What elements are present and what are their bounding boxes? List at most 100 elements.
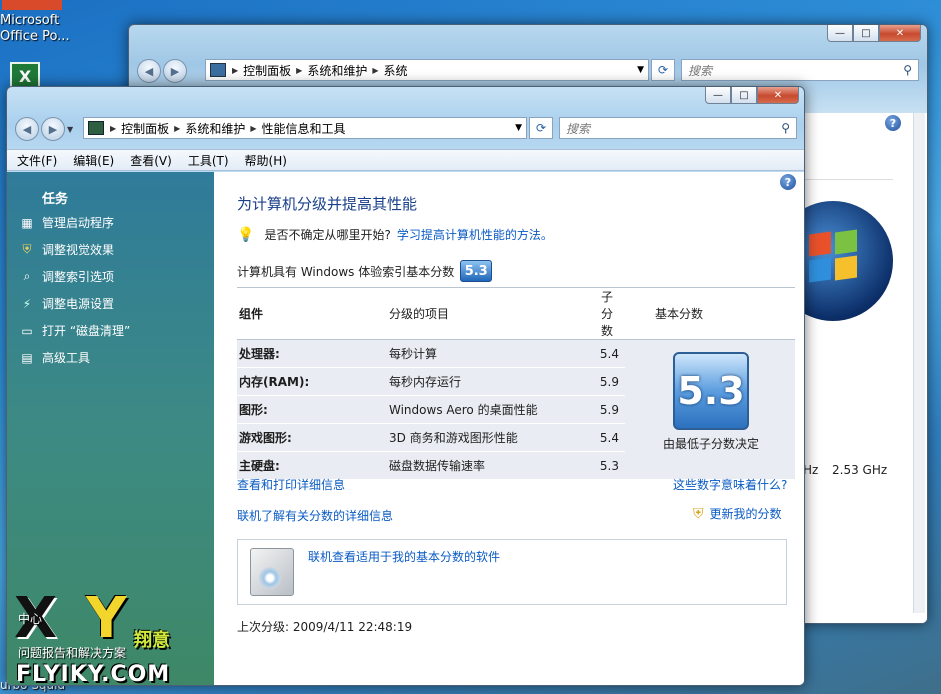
help-icon[interactable]: ? (885, 115, 901, 131)
chevron-right-icon[interactable]: ▶ (174, 124, 180, 133)
breadcrumb-control-panel[interactable]: 控制面板 (121, 120, 169, 137)
row-item: 磁盘数据传输速率 (387, 451, 595, 480)
recent-pages-icon[interactable]: ▼ (67, 125, 73, 134)
breadcrumb-system[interactable]: 系统 (384, 62, 408, 79)
address-bar[interactable]: ▶ 控制面板 ▶ 系统和维护 ▶ 系统 ▼ (205, 59, 649, 81)
row-component: 图形: (237, 395, 387, 424)
scrollbar[interactable] (913, 113, 925, 613)
back-icon[interactable]: ◀ (137, 59, 161, 83)
refresh-icon[interactable]: ⟳ (529, 117, 553, 139)
task-visual-effects[interactable]: ⛨ 调整视觉效果 (19, 241, 114, 258)
maximize-button[interactable]: □ (731, 87, 757, 104)
uac-shield-icon: ⛨ (693, 505, 704, 522)
behind-text-1: 中心 (18, 612, 43, 626)
header-item: 分级的项目 (387, 287, 595, 340)
task-label: 打开 “磁盘清理” (42, 324, 131, 338)
nav-buttons: ◀ ▶ (137, 59, 187, 83)
row-component: 内存(RAM): (237, 367, 387, 396)
powerpoint-icon[interactable] (2, 0, 62, 10)
menu-help[interactable]: 帮助(H) (245, 152, 287, 169)
breadcrumb-control-panel[interactable]: 控制面板 (243, 62, 291, 79)
search-icon[interactable]: ⚲ (781, 121, 790, 135)
breadcrumb-system-maintenance[interactable]: 系统和维护 (307, 62, 367, 79)
score-summary: 计算机具有 Windows 体验索引基本分数 5.3 (237, 260, 493, 282)
menu-bar: 文件(F) 编辑(E) 查看(V) 工具(T) 帮助(H) (7, 149, 804, 171)
row-score: 5.9 (595, 395, 625, 424)
tip-row: 💡 是否不确定从哪里开始? 学习提高计算机性能的方法。 (237, 226, 553, 243)
search-placeholder: 搜索 (688, 63, 713, 78)
window-controls: — □ ✕ (827, 25, 921, 42)
update-score-button[interactable]: ⛨ 更新我的分数 (693, 505, 782, 522)
task-disk-cleanup[interactable]: ▭ 打开 “磁盘清理” (19, 322, 130, 339)
row-item: Windows Aero 的桌面性能 (387, 395, 595, 424)
minimize-button[interactable]: — (705, 87, 731, 104)
close-button[interactable]: ✕ (879, 25, 921, 42)
search-placeholder: 搜索 (566, 121, 591, 136)
menu-file[interactable]: 文件(F) (17, 152, 57, 169)
software-package-icon (250, 548, 294, 596)
task-label: 高级工具 (42, 351, 91, 365)
row-component: 处理器: (237, 339, 387, 368)
tip-text: 是否不确定从哪里开始? (264, 228, 391, 242)
watermark-text: FLYIKY.COM (16, 662, 171, 687)
tip-link[interactable]: 学习提高计算机性能的方法。 (397, 226, 553, 243)
base-score-cell: 5.3 由最低子分数决定 (625, 339, 795, 480)
address-bar[interactable]: ▶ 控制面板 ▶ 系统和维护 ▶ 性能信息和工具 ▼ (83, 117, 527, 139)
behind-text-2: 问题报告和解决方案 (18, 646, 127, 660)
chevron-down-icon[interactable]: ▼ (515, 123, 522, 133)
task-power-settings[interactable]: ⚡ 调整电源设置 (19, 295, 114, 312)
forward-icon[interactable]: ▶ (41, 117, 65, 141)
row-score-lowest: 5.3 (595, 451, 625, 480)
performance-icon (88, 121, 104, 135)
search-input[interactable]: 搜索 ⚲ (559, 117, 797, 139)
chevron-right-icon[interactable]: ▶ (296, 66, 302, 75)
forward-icon[interactable]: ▶ (163, 59, 187, 83)
help-icon[interactable]: ? (780, 174, 796, 190)
close-button[interactable]: ✕ (757, 87, 799, 104)
search-input[interactable]: 搜索 ⚲ (681, 59, 919, 81)
task-label: 管理启动程序 (42, 216, 115, 230)
row-component: 游戏图形: (237, 423, 387, 452)
divider (803, 179, 893, 180)
office-icon-label-line2: Office Po... (0, 29, 70, 44)
row-item: 3D 商务和游戏图形性能 (387, 423, 595, 452)
window-controls: — □ ✕ (705, 87, 799, 104)
chevron-right-icon[interactable]: ▶ (110, 124, 116, 133)
breadcrumb-system-maintenance[interactable]: 系统和维护 (185, 120, 245, 137)
breadcrumb-performance[interactable]: 性能信息和工具 (262, 120, 346, 137)
disk-cleanup-icon: ▭ (21, 323, 33, 338)
search-icon[interactable]: ⚲ (903, 63, 912, 77)
view-print-details-link[interactable]: 查看和打印详细信息 (237, 476, 345, 493)
refresh-icon[interactable]: ⟳ (651, 59, 675, 81)
chevron-down-icon[interactable]: ▼ (637, 65, 644, 75)
lightbulb-icon: 💡 (237, 226, 255, 243)
control-panel-icon (210, 63, 226, 77)
menu-view[interactable]: 查看(V) (130, 152, 172, 169)
chevron-right-icon[interactable]: ▶ (372, 66, 378, 75)
minimize-button[interactable]: — (827, 25, 853, 42)
tools-icon: ▤ (21, 350, 33, 365)
task-manage-startup[interactable]: ▦ 管理启动程序 (19, 214, 114, 231)
online-details-link[interactable]: 联机了解有关分数的详细信息 (237, 507, 393, 524)
back-icon[interactable]: ◀ (15, 117, 39, 141)
task-advanced-tools[interactable]: ▤ 高级工具 (19, 349, 90, 366)
page-title: 为计算机分级并提高其性能 (237, 195, 418, 213)
last-rating: 上次分级: 2009/4/11 22:48:19 (237, 620, 413, 634)
office-icon-label[interactable]: Microsoft Office Po... (0, 13, 70, 45)
shield-icon: ⛨ (22, 242, 32, 256)
software-box: 联机查看适用于我的基本分数的软件 (237, 539, 787, 605)
system-content: ? Hz 2.53 GHz (773, 113, 927, 623)
chevron-right-icon[interactable]: ▶ (250, 124, 256, 133)
software-link[interactable]: 联机查看适用于我的基本分数的软件 (308, 548, 500, 565)
menu-edit[interactable]: 编辑(E) (73, 152, 114, 169)
row-score: 5.4 (595, 423, 625, 452)
task-label: 调整索引选项 (42, 270, 115, 284)
chevron-right-icon[interactable]: ▶ (232, 66, 238, 75)
menu-tools[interactable]: 工具(T) (188, 152, 229, 169)
row-item: 每秒内存运行 (387, 367, 595, 396)
task-indexing-options[interactable]: ⌕ 调整索引选项 (19, 268, 114, 285)
watermark-cn: 翔意 (134, 630, 170, 651)
maximize-button[interactable]: □ (853, 25, 879, 42)
header-component: 组件 (237, 287, 387, 340)
numbers-meaning-link[interactable]: 这些数字意味着什么? (673, 476, 787, 493)
